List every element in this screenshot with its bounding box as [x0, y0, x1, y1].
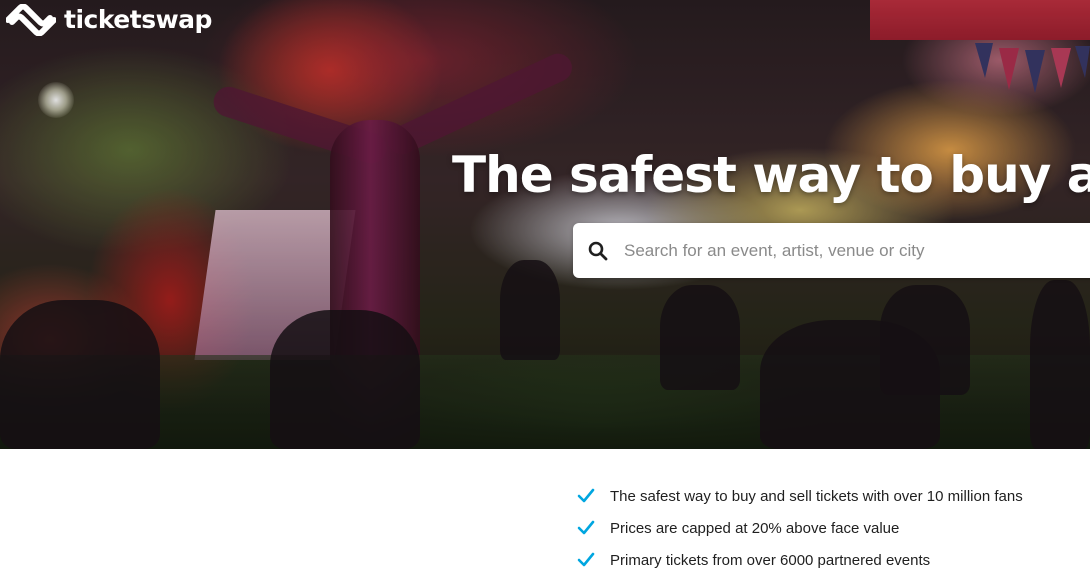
brand-name: ticketswap — [64, 5, 212, 34]
check-icon — [577, 520, 595, 535]
feature-text: Primary tickets from over 6000 partnered… — [610, 551, 931, 569]
feature-text: Prices are capped at 20% above face valu… — [610, 519, 900, 537]
list-item: Primary tickets from over 6000 partnered… — [577, 544, 1023, 569]
page: ticketswap The safest way to buy and The… — [0, 0, 1090, 569]
list-item: Prices are capped at 20% above face valu… — [577, 512, 1023, 544]
ticketswap-logo-icon — [6, 4, 56, 36]
search-bar[interactable] — [573, 223, 1090, 278]
search-input[interactable] — [622, 239, 1066, 262]
brand-logo-link[interactable]: ticketswap — [6, 3, 212, 37]
hero-headline: The safest way to buy and — [452, 146, 1090, 204]
list-item: The safest way to buy and sell tickets w… — [577, 480, 1023, 512]
search-icon — [588, 241, 608, 260]
feature-text: The safest way to buy and sell tickets w… — [610, 487, 1023, 505]
feature-list: The safest way to buy and sell tickets w… — [577, 480, 1023, 569]
check-icon — [577, 488, 595, 503]
check-icon — [577, 552, 595, 567]
